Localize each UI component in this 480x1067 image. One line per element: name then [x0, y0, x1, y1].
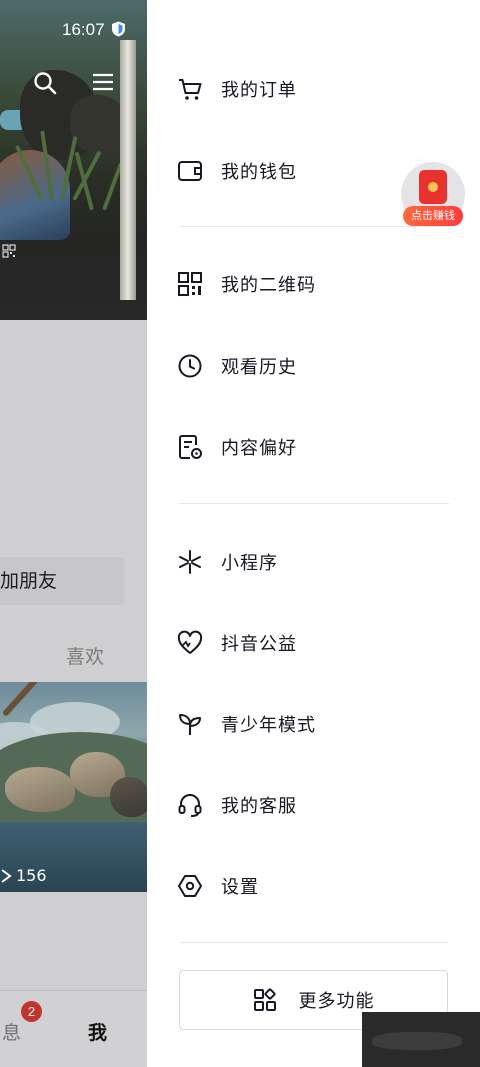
drawer-item-content-preferences[interactable]: 内容偏好: [177, 423, 457, 471]
more-features-label: 更多功能: [298, 991, 375, 1012]
profile-cover-image: [0, 0, 147, 320]
headset-icon: [177, 792, 203, 818]
drawer-item-qr-code[interactable]: 我的二维码: [177, 260, 457, 308]
drawer-item-customer-service[interactable]: 我的客服: [177, 781, 457, 829]
drawer-item-teen-mode[interactable]: 青少年模式: [177, 700, 457, 748]
play-count: 156: [0, 866, 47, 885]
side-drawer: 我的订单 我的钱包 我的二维码 观看历史 内容偏好 小程序 抖音公益 青少年模式…: [147, 0, 480, 1067]
red-envelope-icon: [419, 170, 447, 204]
drawer-item-settings[interactable]: 设置: [177, 862, 457, 910]
wallet-icon: [177, 158, 203, 184]
shield-icon: [112, 21, 125, 37]
earn-money-label: 点击赚钱: [403, 206, 463, 226]
earn-money-widget[interactable]: 点击赚钱: [401, 162, 465, 226]
drawer-item-mini-programs[interactable]: 小程序: [177, 538, 457, 586]
qr-code-icon: [177, 271, 203, 297]
drawer-item-label: 我的订单: [221, 80, 297, 101]
hexagon-settings-icon: [177, 873, 203, 899]
divider: [179, 942, 449, 943]
heart-charity-icon: [177, 630, 203, 656]
drawer-item-orders[interactable]: 我的订单: [177, 65, 457, 113]
play-count-value: 156: [16, 866, 47, 885]
search-icon[interactable]: [33, 71, 57, 95]
divider: [179, 503, 449, 504]
drawer-item-label: 我的二维码: [221, 275, 316, 296]
drawer-item-label: 我的客服: [221, 796, 297, 817]
bottom-tab-bar: [0, 990, 147, 1067]
drawer-item-label: 我的钱包: [221, 162, 297, 183]
grid-apps-icon: [253, 988, 276, 1011]
play-icon: [1, 868, 12, 883]
qr-code-small-icon[interactable]: [2, 244, 16, 258]
drawer-item-charity[interactable]: 抖音公益: [177, 619, 457, 667]
mini-program-icon: [177, 549, 203, 575]
tab-likes[interactable]: 喜欢: [66, 642, 104, 669]
cart-icon: [177, 76, 203, 102]
drawer-item-label: 设置: [221, 877, 259, 898]
drawer-item-history[interactable]: 观看历史: [177, 342, 457, 390]
menu-icon[interactable]: [92, 72, 114, 92]
video-thumbnail[interactable]: [0, 682, 147, 892]
drawer-item-label: 抖音公益: [221, 634, 297, 655]
corner-overlay: [362, 1012, 480, 1067]
message-badge: 2: [21, 1001, 42, 1022]
sprout-icon: [177, 711, 203, 737]
divider: [179, 226, 449, 227]
tab-messages[interactable]: 息: [2, 1018, 21, 1045]
background-profile-page: 16:07 加朋友 喜欢 156 息 2 我: [0, 0, 147, 1067]
add-friend-button[interactable]: 加朋友: [0, 557, 125, 605]
content-settings-icon: [177, 434, 203, 460]
status-time: 16:07: [62, 20, 105, 39]
clock-icon: [177, 353, 203, 379]
drawer-item-label: 观看历史: [221, 357, 297, 378]
tab-me[interactable]: 我: [88, 1018, 107, 1045]
drawer-item-label: 内容偏好: [221, 438, 297, 459]
drawer-item-label: 青少年模式: [221, 715, 316, 736]
drawer-item-label: 小程序: [221, 553, 278, 574]
